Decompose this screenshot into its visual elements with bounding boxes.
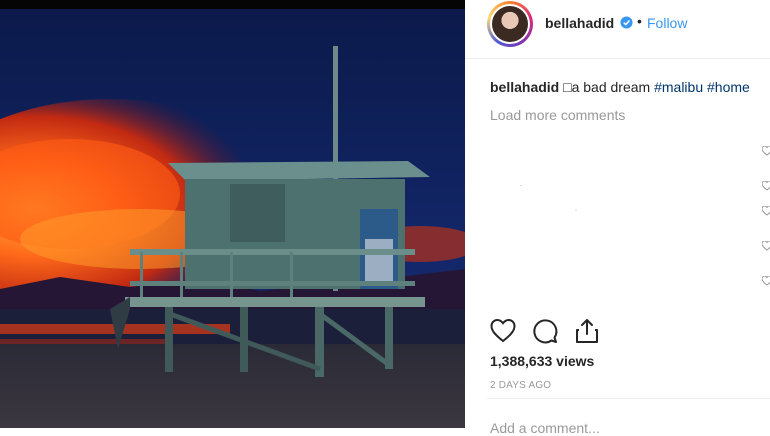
- hashtag-malibu[interactable]: #malibu: [654, 79, 703, 95]
- comment-like-heart-icon[interactable]: [762, 206, 770, 216]
- lifeguard-tower-fire-image: [0, 9, 465, 428]
- avatar[interactable]: [487, 1, 533, 47]
- caption-username[interactable]: bellahadid: [490, 79, 559, 95]
- separator-dot: •: [637, 13, 642, 29]
- add-comment-input[interactable]: Add a comment...: [490, 420, 600, 436]
- avatar-photo: [492, 6, 528, 42]
- post-caption: bellahadid □a bad dream #malibu #home: [490, 79, 750, 95]
- comment-bubble-icon[interactable]: [532, 318, 558, 344]
- avatar-frame: [490, 4, 530, 44]
- heart-outline-icon[interactable]: [490, 318, 516, 344]
- comment-like-heart-icon[interactable]: [762, 241, 770, 251]
- post-sidebar: bellahadid • Follow bellahadid □a bad dr…: [465, 0, 770, 436]
- comment-like-heart-icon[interactable]: [762, 146, 770, 156]
- post-media[interactable]: [0, 0, 465, 428]
- media-top-bar: [0, 0, 465, 9]
- load-more-comments-button[interactable]: Load more comments: [490, 107, 625, 123]
- share-upload-icon[interactable]: [574, 318, 600, 344]
- hashtag-home[interactable]: #home: [707, 79, 750, 95]
- username-link[interactable]: bellahadid: [545, 15, 614, 31]
- follow-button[interactable]: Follow: [647, 15, 687, 31]
- comment-like-heart-icon[interactable]: [762, 181, 770, 191]
- comment-like-heart-icon[interactable]: [762, 276, 770, 286]
- verified-badge-icon: [620, 16, 633, 29]
- post-timestamp[interactable]: 2 DAYS AGO: [490, 380, 551, 391]
- caption-text: □a bad dream: [559, 79, 655, 95]
- comment-divider: [487, 398, 770, 399]
- view-count[interactable]: 1,388,633 views: [490, 353, 594, 369]
- post-header: bellahadid • Follow: [465, 0, 770, 47]
- header-divider: [465, 58, 770, 59]
